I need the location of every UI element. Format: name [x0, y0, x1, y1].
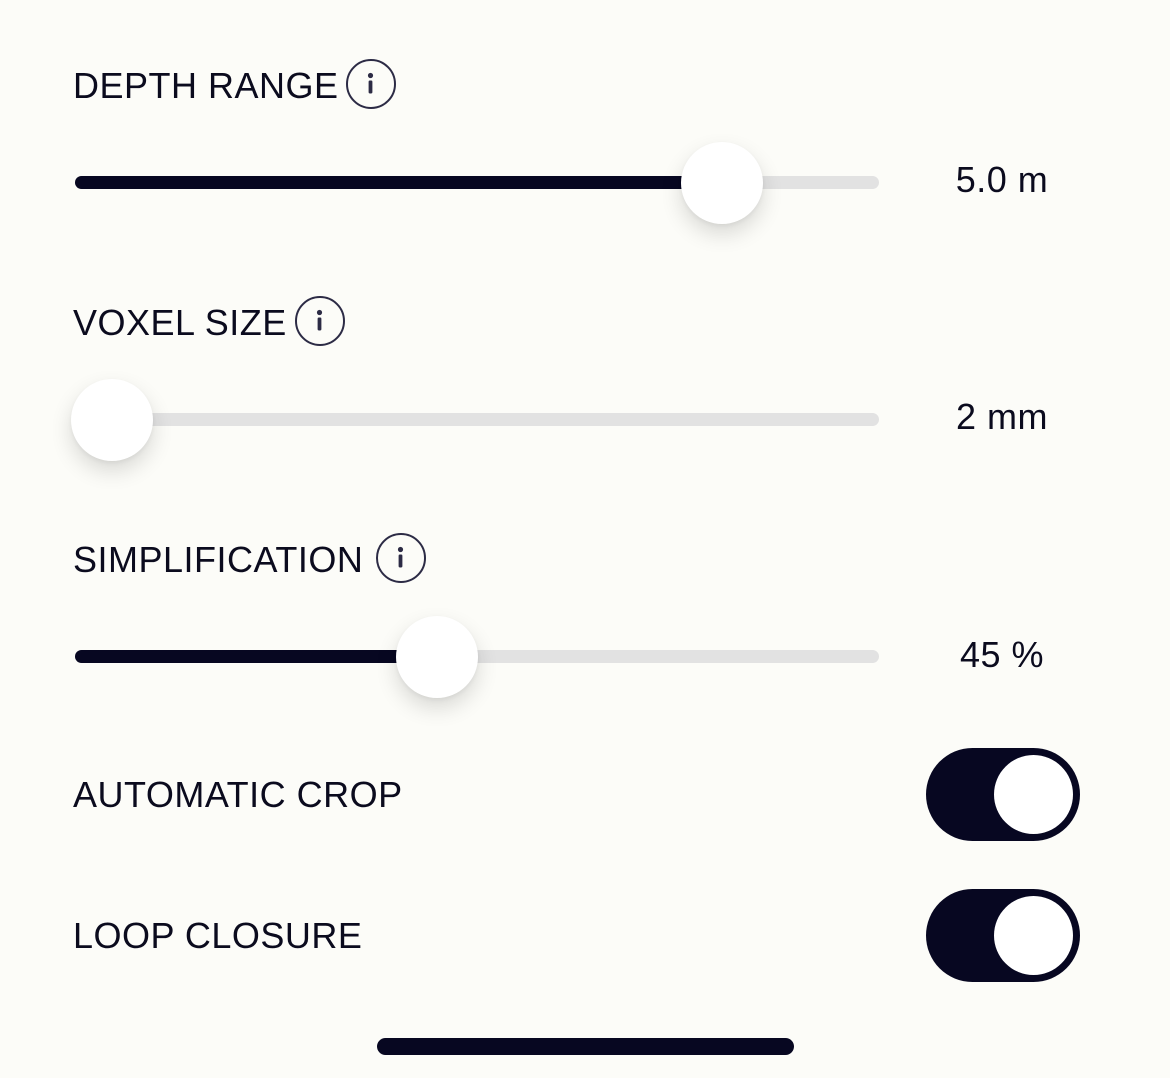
- simplification-slider-thumb[interactable]: [395, 615, 478, 698]
- simplification-label: SIMPLIFICATION: [73, 539, 364, 580]
- voxel-size-info-icon[interactable]: [295, 296, 345, 346]
- automatic-crop-toggle-knob: [994, 755, 1073, 834]
- automatic-crop-label: AUTOMATIC CROP: [73, 774, 403, 815]
- depth-range-slider-fill: [75, 176, 723, 189]
- depth-range-info-icon[interactable]: [346, 59, 396, 109]
- depth-range-value: 5.0 m: [955, 159, 1049, 200]
- simplification-value: 45 %: [959, 634, 1045, 675]
- loop-closure-toggle[interactable]: [926, 889, 1080, 982]
- voxel-size-slider[interactable]: [71, 378, 879, 461]
- depth-range-label: DEPTH RANGE: [73, 65, 339, 106]
- automatic-crop-toggle[interactable]: [926, 748, 1080, 841]
- voxel-size-label: VOXEL SIZE: [73, 302, 287, 343]
- loop-closure-toggle-knob: [994, 896, 1073, 975]
- home-indicator: [377, 1038, 794, 1055]
- depth-range-slider-thumb[interactable]: [681, 141, 764, 224]
- simplification-info-icon[interactable]: [376, 533, 426, 583]
- depth-range-slider[interactable]: [75, 141, 879, 224]
- voxel-size-slider-thumb[interactable]: [71, 378, 153, 461]
- loop-closure-label: LOOP CLOSURE: [73, 915, 363, 956]
- simplification-slider-fill: [75, 650, 437, 663]
- simplification-slider[interactable]: [75, 615, 879, 698]
- voxel-size-value: 2 mm: [956, 396, 1048, 437]
